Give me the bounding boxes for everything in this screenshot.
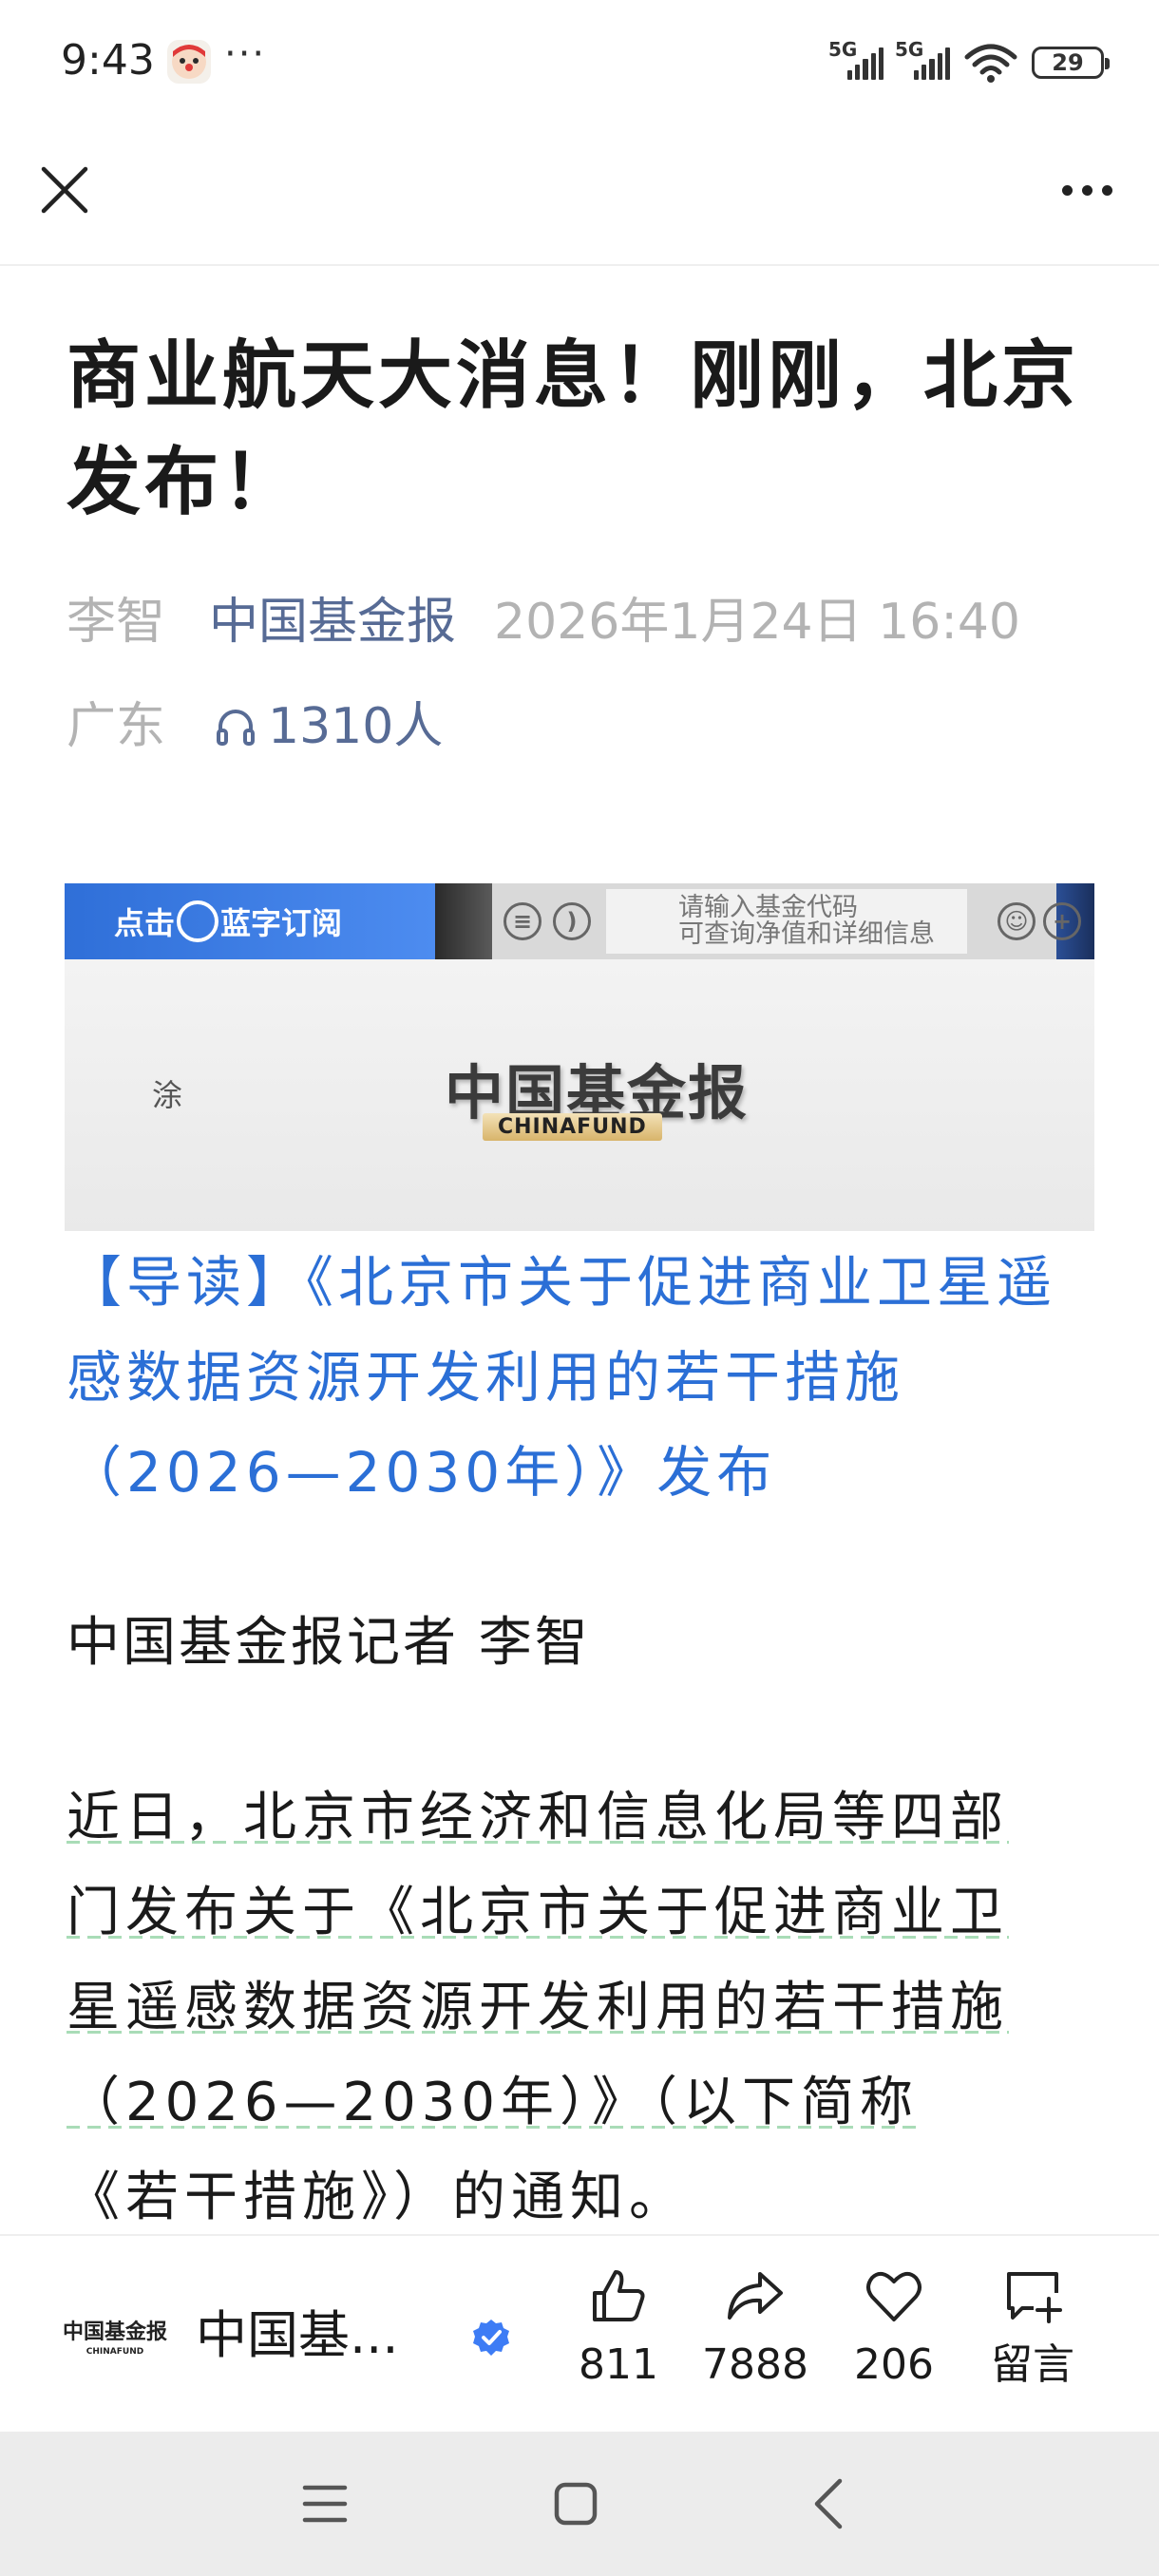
subscribe-circle-icon: [177, 900, 219, 942]
voice-circle-icon: ): [553, 902, 591, 940]
banner-divider: [435, 883, 492, 959]
signal-2-label: 5G: [895, 38, 924, 61]
bottom-action-bar: 中国基金报 CHINAFUND 中国基... 811 7888 206 留言: [0, 2234, 1159, 2432]
account-name[interactable]: 中国基...: [196, 2302, 399, 2369]
paragraph-line: （2026—2030年）》（以下简称: [66, 2072, 920, 2133]
search-line-1: 请输入基金代码: [678, 893, 858, 922]
like-count: 811: [579, 2340, 658, 2389]
paragraph-line: 星遥感数据资源开发利用的若干措施: [66, 1977, 1009, 2038]
back-chevron-icon: [814, 2478, 843, 2529]
signal-1-icon: 5G: [828, 38, 884, 80]
close-button[interactable]: [34, 160, 95, 220]
nav-bar: [0, 123, 1159, 266]
article-title: 商业航天大消息！刚刚，北京发布！: [66, 333, 1080, 525]
more-dot-icon: [1061, 184, 1073, 196]
location-text: 广东: [66, 698, 166, 755]
banner-side-char: 涂: [152, 1077, 183, 1113]
square-icon: [554, 2482, 598, 2526]
signal-2-icon: 5G: [895, 38, 951, 80]
share-arrow-icon: [728, 2272, 783, 2320]
share-button[interactable]: 7888: [694, 2264, 817, 2416]
system-nav-bar: [0, 2432, 1159, 2576]
share-count: 7888: [702, 2340, 808, 2389]
fund-search-box: 请输入基金代码 可查询净值和详细信息: [606, 889, 967, 954]
paragraph-line: 门发布关于《北京市关于促进商业卫: [66, 1882, 1009, 1943]
subscribe-banner: 点击 蓝字订阅: [65, 883, 435, 959]
wifi-icon: [964, 44, 1017, 83]
like-button[interactable]: 811: [557, 2264, 680, 2416]
paragraph-line: 《若干措施》）的通知。: [66, 2167, 688, 2228]
signal-1-label: 5G: [828, 38, 858, 61]
favorite-button[interactable]: 206: [832, 2264, 956, 2416]
emoji-circle-icon: ☺: [998, 902, 1036, 940]
battery-icon: 29: [1032, 47, 1110, 79]
comment-button[interactable]: 留言: [971, 2264, 1094, 2416]
search-line-2: 可查询净值和详细信息: [678, 919, 935, 949]
author-name: 李智: [66, 594, 166, 651]
more-dot-icon: [1101, 184, 1112, 196]
listen-button[interactable]: 1310人: [213, 693, 443, 760]
thumbs-up-icon: [593, 2270, 645, 2321]
plus-circle-icon: +: [1043, 902, 1081, 940]
home-button[interactable]: [538, 2470, 614, 2538]
recent-apps-button[interactable]: [287, 2470, 363, 2538]
status-right-group: 5G 5G 29: [828, 38, 1110, 87]
menu-lines-icon: [302, 2485, 348, 2523]
account-link[interactable]: 中国基金报: [209, 589, 456, 655]
article-paragraph: 近日，北京市经济和信息化局等四部 门发布关于《北京市关于促进商业卫 星遥感数据资…: [66, 1771, 1094, 2245]
account-logo-cn: 中国基金报: [63, 2320, 168, 2344]
close-icon: [41, 166, 88, 214]
favorite-count: 206: [854, 2340, 934, 2389]
status-more-dots: ···: [224, 32, 267, 76]
comment-add-icon: [1007, 2272, 1062, 2323]
subscribe-prefix: 点击: [114, 905, 176, 941]
menu-circle-icon: ≡: [504, 902, 542, 940]
account-avatar[interactable]: 中国基金报 CHINAFUND: [63, 2312, 167, 2359]
article-meta-line: 李智 中国基金报 2026年1月24日 16:40: [66, 589, 1020, 655]
paragraph-line: 近日，北京市经济和信息化局等四部: [66, 1787, 1009, 1848]
chinafund-logo-en: CHINAFUND: [483, 1113, 662, 1141]
article-lead: 【导读】《北京市关于促进商业卫星遥感数据资源开发利用的若干措施（2026—203…: [66, 1250, 1057, 1505]
comment-label: 留言: [991, 2340, 1074, 2389]
status-bar: 9:43 ··· 5G 5G 29: [0, 0, 1159, 123]
back-button[interactable]: [790, 2470, 866, 2538]
article-byline: 中国基金报记者 李智: [66, 1612, 591, 1674]
listen-count: 1310人: [268, 698, 444, 755]
publish-datetime: 2026年1月24日 16:40: [494, 594, 1021, 651]
account-logo-en: CHINAFUND: [86, 2347, 144, 2357]
more-dot-icon: [1081, 184, 1092, 196]
heart-icon: [866, 2271, 922, 2321]
more-options-button[interactable]: [1049, 161, 1125, 218]
notification-app-icon: [167, 40, 211, 84]
verified-badge-icon: [473, 2320, 509, 2356]
headphones-icon: [217, 710, 256, 746]
status-time: 9:43: [61, 36, 155, 85]
article-banner-image: 点击 蓝字订阅 ≡ ) 请输入基金代码 可查询净值和详细信息 ☺ + 涂 中国基…: [65, 883, 1094, 1231]
article-meta-line-2: 广东 1310人: [66, 693, 443, 760]
battery-level: 29: [1052, 49, 1084, 76]
subscribe-suffix: 蓝字订阅: [220, 905, 343, 941]
